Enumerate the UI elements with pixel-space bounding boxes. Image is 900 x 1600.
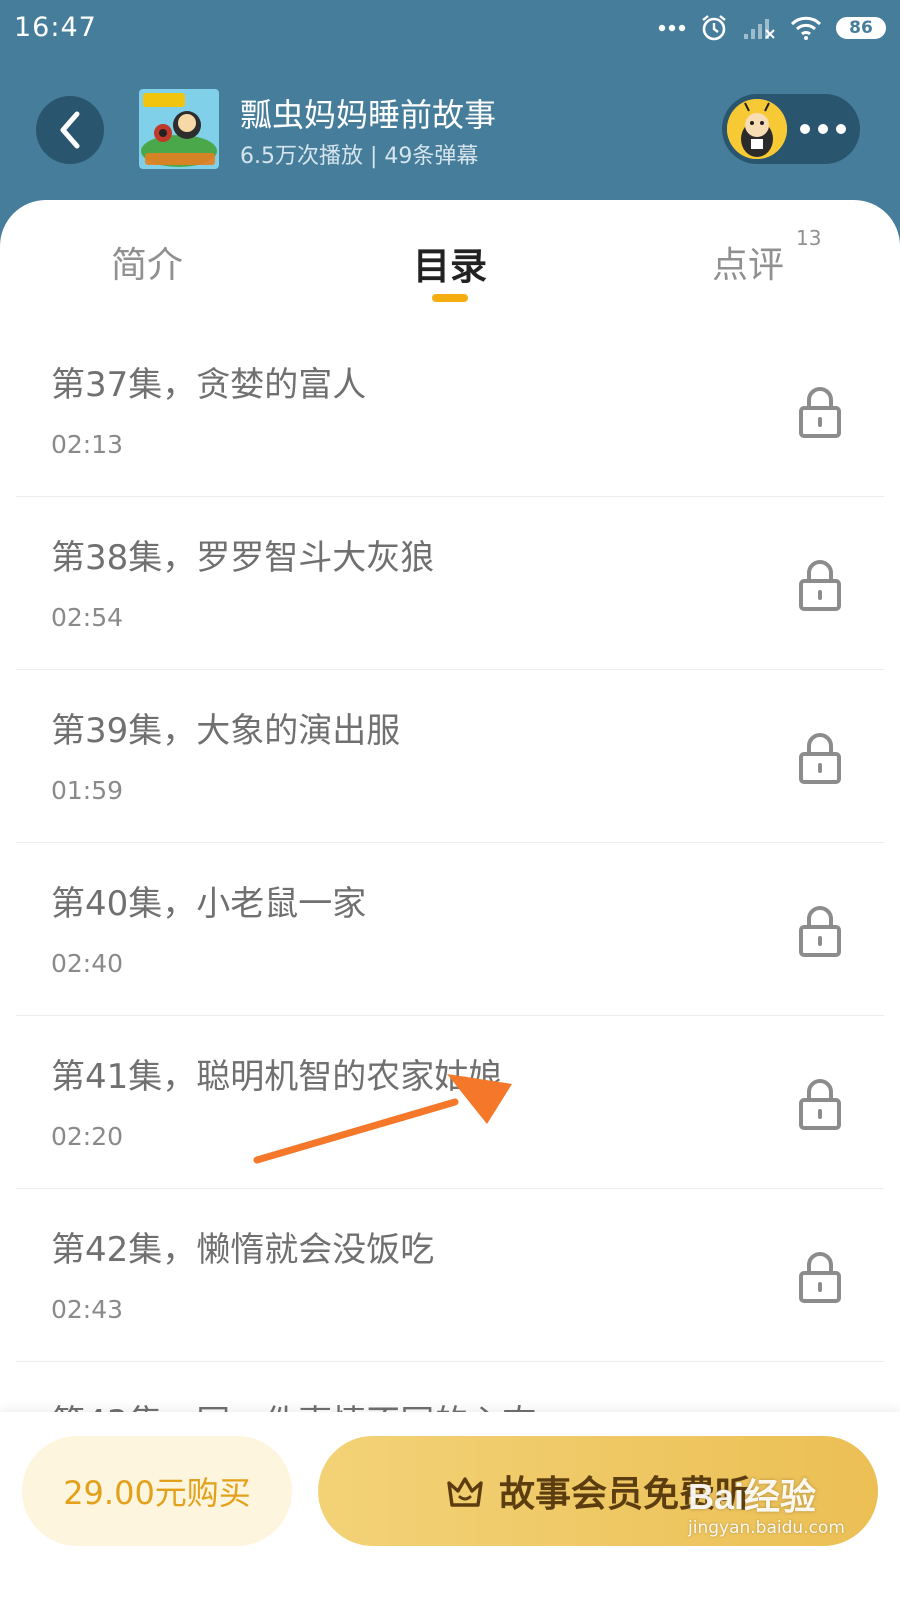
episode-duration: 02:20 [51,1122,124,1151]
episode-row[interactable]: 第38集，罗罗智斗大灰狼 02:54 [16,497,884,670]
episode-title: 第39集，大象的演出服 [51,711,401,751]
episode-duration: 02:54 [51,603,124,632]
episode-title: 第37集，贪婪的富人 [51,365,367,405]
dots-icon [658,24,686,32]
lock-icon [799,387,841,438]
lock-icon [799,1079,841,1130]
album-header: 瓢虫妈妈睡前故事 6.5万次播放 | 49条弹幕 [0,62,900,202]
album-stats: 6.5万次播放 | 49条弹幕 [240,144,479,169]
lock-icon [799,1252,841,1303]
back-button[interactable] [36,96,104,164]
signal-icon [744,19,775,39]
episode-row[interactable]: 第40集，小老鼠一家 02:40 [16,843,884,1016]
tab-catalog[interactable]: 目录 [413,236,487,290]
episode-row[interactable]: 第42集，懒惰就会没饭吃 02:43 [16,1189,884,1362]
episode-title: 第42集，懒惰就会没饭吃 [51,1230,435,1270]
tab-reviews[interactable]: 点评 [712,236,784,288]
header-actions-pill [722,94,860,164]
tab-intro[interactable]: 简介 [111,236,183,288]
tab-bar: 简介 目录 点评 13 [0,200,900,320]
active-tab-indicator [432,294,468,302]
baidu-watermark: Bai经验 jingyan.baidu.com [688,1468,845,1538]
episode-duration: 01:59 [51,776,124,805]
lock-icon [799,733,841,784]
wifi-icon [790,16,822,40]
episode-duration: 02:43 [51,1295,124,1324]
chevron-left-icon [60,111,80,149]
more-options-icon[interactable] [800,120,850,138]
reviews-count-badge: 13 [796,226,822,250]
episode-row[interactable]: 第37集，贪婪的富人 02:13 [16,324,884,497]
buy-button[interactable]: 29.00元购买 [22,1436,292,1546]
status-bar: 16:47 86 [0,0,900,62]
content-card: 简介 目录 点评 13 第37集，贪婪的富人 02:13 第38集，罗罗智斗大灰… [0,200,900,1600]
lock-icon [799,906,841,957]
alarm-icon [702,15,726,41]
status-icons: 86 [658,14,886,42]
album-cover-image[interactable] [139,89,219,169]
episode-row[interactable]: 第41集，聪明机智的农家姑娘 02:20 [16,1016,884,1189]
battery-icon: 86 [836,17,886,39]
episode-title: 第41集，聪明机智的农家姑娘 [51,1057,503,1097]
episode-row[interactable]: 第39集，大象的演出服 01:59 [16,670,884,843]
status-time: 16:47 [14,12,97,43]
episode-duration: 02:40 [51,949,124,978]
episode-list: 第37集，贪婪的富人 02:13 第38集，罗罗智斗大灰狼 02:54 第39集… [0,324,900,1534]
episode-title: 第40集，小老鼠一家 [51,884,367,924]
lock-icon [799,560,841,611]
watermark-sub: jingyan.baidu.com [688,1518,845,1538]
crown-icon [447,1477,483,1507]
episode-title: 第38集，罗罗智斗大灰狼 [51,538,435,578]
album-title: 瓢虫妈妈睡前故事 [240,96,497,134]
episode-duration: 02:13 [51,430,124,459]
avatar[interactable] [727,99,787,159]
watermark-main: Bai经验 [688,1476,817,1517]
